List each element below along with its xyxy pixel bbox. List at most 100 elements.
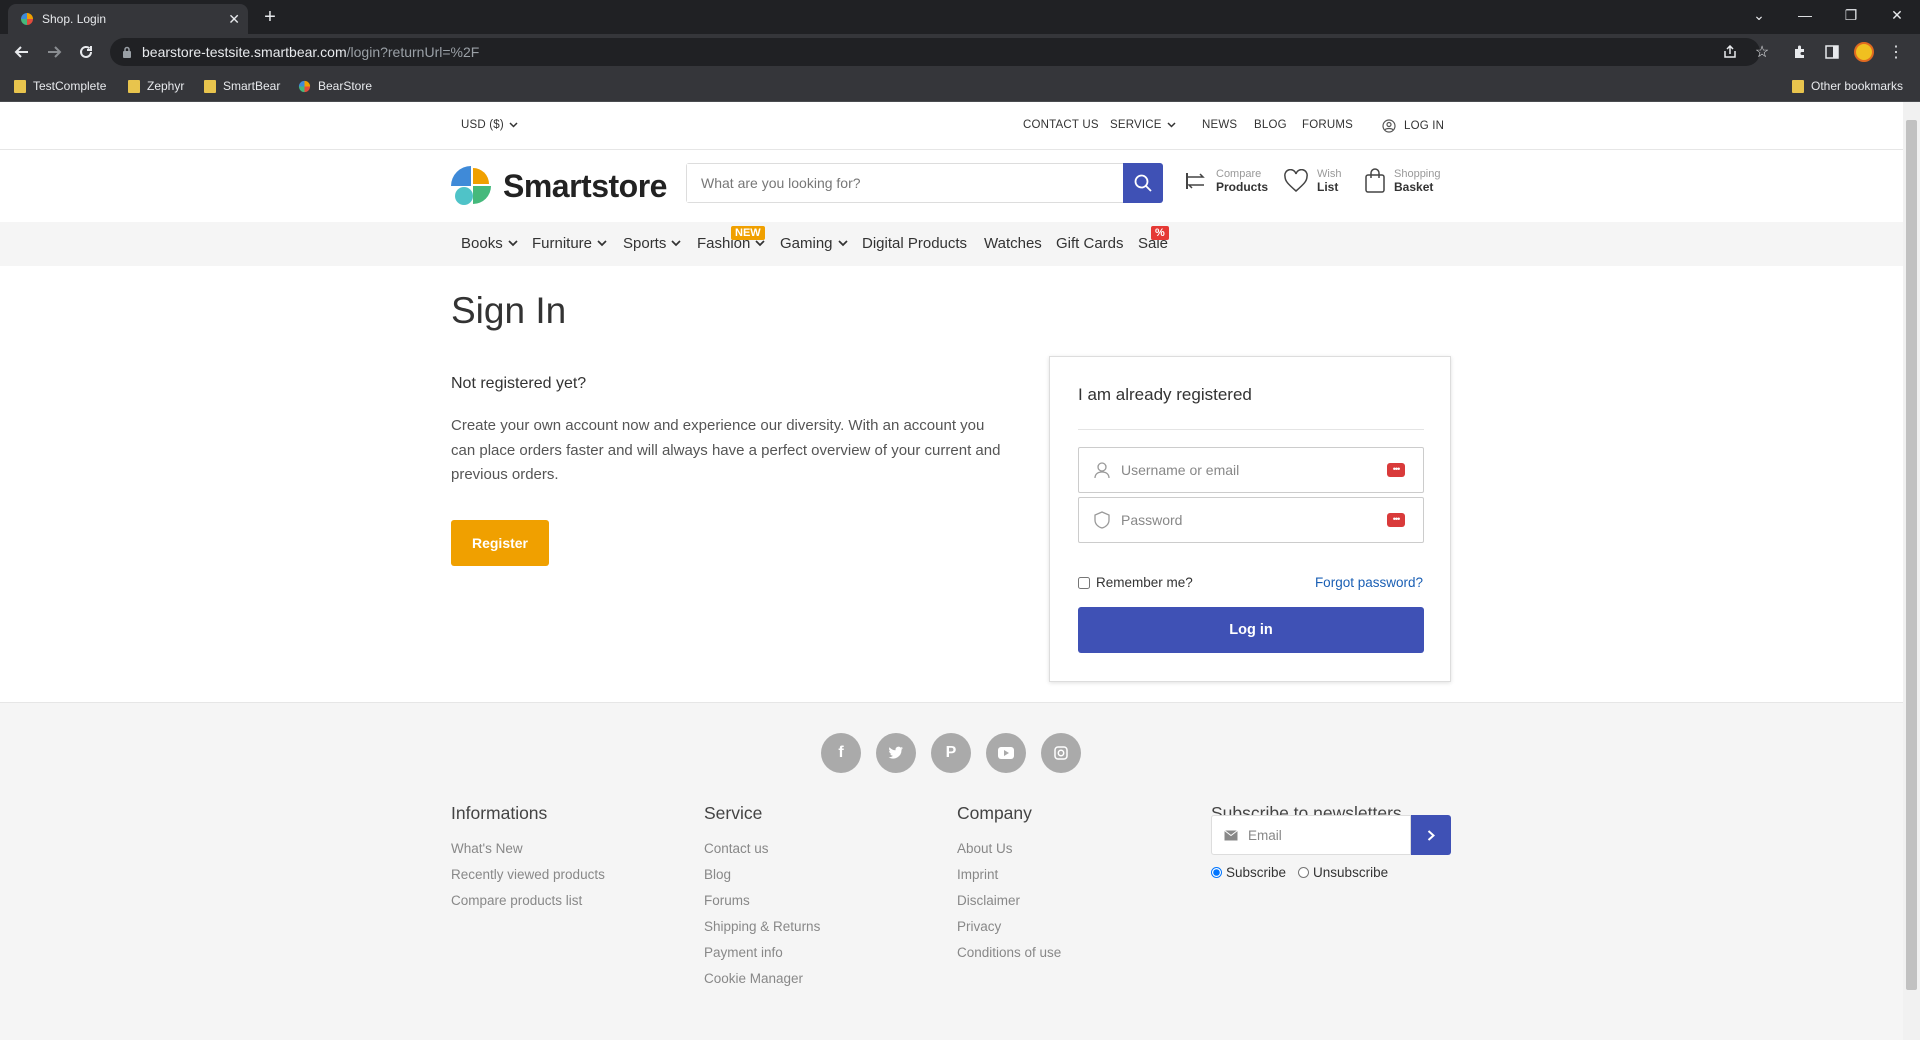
service-label: SERVICE bbox=[1110, 119, 1162, 131]
footer-link-compare[interactable]: Compare products list bbox=[451, 888, 605, 914]
footer-link-contact[interactable]: Contact us bbox=[704, 836, 820, 862]
category-digital-products[interactable]: Digital Products bbox=[862, 235, 967, 252]
bookmark-star-icon[interactable]: ☆ bbox=[1750, 40, 1774, 64]
browser-tab[interactable]: Shop. Login ✕ bbox=[8, 4, 248, 34]
chevron-down-icon bbox=[755, 240, 765, 247]
remember-me-checkbox[interactable] bbox=[1078, 576, 1090, 589]
subscribe-radio[interactable] bbox=[1211, 867, 1222, 878]
blog-label: BLOG bbox=[1254, 119, 1287, 131]
forgot-password-link[interactable]: Forgot password? bbox=[1315, 575, 1423, 590]
not-registered-heading: Not registered yet? bbox=[451, 375, 587, 392]
newsletter-submit-button[interactable] bbox=[1411, 815, 1451, 855]
footer-link-privacy[interactable]: Privacy bbox=[957, 914, 1061, 940]
minimize-button[interactable]: — bbox=[1782, 0, 1828, 30]
youtube-icon[interactable] bbox=[986, 733, 1026, 773]
folder-icon bbox=[204, 79, 216, 93]
search-button[interactable] bbox=[1123, 163, 1163, 203]
footer-link-whats-new[interactable]: What's New bbox=[451, 836, 605, 862]
footer-link-imprint[interactable]: Imprint bbox=[957, 862, 1061, 888]
news-link[interactable]: NEWS bbox=[1202, 119, 1237, 131]
tab-close-icon[interactable]: ✕ bbox=[228, 11, 240, 28]
search-input[interactable] bbox=[687, 164, 1117, 202]
username-input[interactable] bbox=[1121, 450, 1387, 490]
contact-us-link[interactable]: CONTACT US bbox=[1023, 119, 1099, 131]
envelope-icon bbox=[1224, 829, 1238, 841]
login-button[interactable]: Log in bbox=[1078, 607, 1424, 653]
back-icon[interactable] bbox=[10, 40, 34, 64]
footer-link-blog[interactable]: Blog bbox=[704, 862, 820, 888]
reload-icon[interactable] bbox=[74, 40, 98, 64]
browser-titlebar: Shop. Login ✕ + ⌄ — ❐ ✕ bbox=[0, 0, 1920, 34]
bearstore-favicon-icon bbox=[298, 80, 311, 93]
wishlist-top: Wish bbox=[1317, 168, 1342, 180]
basket-top: Shopping bbox=[1394, 168, 1441, 180]
unsubscribe-radio[interactable] bbox=[1298, 867, 1310, 878]
password-input[interactable] bbox=[1121, 500, 1387, 540]
scrollbar-thumb[interactable] bbox=[1906, 120, 1917, 990]
bookmark-bearstore[interactable]: BearStore bbox=[298, 76, 372, 96]
footer-link-cookie-manager[interactable]: Cookie Manager bbox=[704, 966, 820, 992]
wish-list[interactable]: Wish List bbox=[1283, 168, 1341, 194]
footer-informations: Informations What's New Recently viewed … bbox=[451, 803, 605, 914]
newsletter-options: Subscribe Unsubscribe bbox=[1211, 865, 1388, 880]
new-badge: NEW bbox=[731, 226, 765, 240]
share-icon[interactable] bbox=[1718, 40, 1742, 64]
password-manager-icon[interactable]: ••• bbox=[1387, 463, 1405, 477]
profile-avatar[interactable] bbox=[1852, 40, 1876, 64]
category-label: Gift Cards bbox=[1056, 235, 1124, 252]
smartstore-logo[interactable]: Smartstore bbox=[451, 166, 667, 206]
bookmark-testcomplete[interactable]: TestComplete bbox=[14, 76, 106, 96]
footer-link-about[interactable]: About Us bbox=[957, 836, 1061, 862]
bookmark-label: TestComplete bbox=[33, 79, 107, 93]
category-books[interactable]: Books bbox=[461, 235, 518, 252]
page-title: Sign In bbox=[451, 290, 567, 331]
tab-title: Shop. Login bbox=[42, 12, 107, 26]
username-field: ••• bbox=[1078, 447, 1424, 493]
forums-link[interactable]: FORUMS bbox=[1302, 119, 1353, 131]
service-menu[interactable]: SERVICE bbox=[1110, 119, 1176, 131]
side-panel-icon[interactable] bbox=[1820, 40, 1844, 64]
close-window-button[interactable]: ✕ bbox=[1874, 0, 1920, 30]
pinterest-icon[interactable]: P bbox=[931, 733, 971, 773]
currency-selector[interactable]: USD ($) bbox=[461, 119, 518, 131]
twitter-icon[interactable] bbox=[876, 733, 916, 773]
compare-products[interactable]: Compare Products bbox=[1184, 168, 1268, 194]
footer-heading: Informations bbox=[451, 803, 548, 823]
footer-link-payment[interactable]: Payment info bbox=[704, 940, 820, 966]
menu-kebab-icon[interactable]: ⋮ bbox=[1884, 40, 1908, 64]
restore-button[interactable]: ❐ bbox=[1828, 0, 1874, 30]
password-manager-icon[interactable]: ••• bbox=[1387, 513, 1405, 527]
footer-link-disclaimer[interactable]: Disclaimer bbox=[957, 888, 1061, 914]
footer-link-shipping[interactable]: Shipping & Returns bbox=[704, 914, 820, 940]
blog-link[interactable]: BLOG bbox=[1254, 119, 1287, 131]
wishlist-label: Wish List bbox=[1317, 168, 1341, 194]
category-furniture[interactable]: Furniture bbox=[532, 235, 607, 252]
category-gift-cards[interactable]: Gift Cards bbox=[1056, 235, 1124, 252]
address-bar[interactable]: bearstore-testsite.smartbear.com /login?… bbox=[110, 38, 1760, 66]
footer-link-conditions[interactable]: Conditions of use bbox=[957, 940, 1061, 966]
footer-link-recently-viewed[interactable]: Recently viewed products bbox=[451, 862, 605, 888]
compare-bottom: Products bbox=[1216, 180, 1269, 194]
footer-link-forums[interactable]: Forums bbox=[704, 888, 820, 914]
category-sports[interactable]: Sports bbox=[623, 235, 681, 252]
register-button[interactable]: Register bbox=[451, 520, 549, 566]
forward-icon[interactable] bbox=[42, 40, 66, 64]
category-gaming[interactable]: Gaming bbox=[780, 235, 848, 252]
instagram-icon[interactable] bbox=[1041, 733, 1081, 773]
shopping-bag-icon bbox=[1364, 168, 1386, 194]
login-link[interactable]: LOG IN bbox=[1382, 119, 1444, 133]
new-tab-button[interactable]: + bbox=[258, 6, 282, 30]
currency-label: USD ($) bbox=[461, 119, 504, 131]
other-bookmarks[interactable]: Other bookmarks bbox=[1792, 76, 1903, 96]
facebook-icon[interactable]: f bbox=[821, 733, 861, 773]
bookmark-zephyr[interactable]: Zephyr bbox=[128, 76, 184, 96]
shopping-basket[interactable]: Shopping Basket bbox=[1364, 168, 1441, 194]
bookmark-smartbear[interactable]: SmartBear bbox=[204, 76, 280, 96]
divider bbox=[1078, 429, 1424, 430]
chevron-down-icon bbox=[837, 240, 848, 247]
newsletter-email-input[interactable] bbox=[1248, 827, 1398, 843]
tab-search-icon[interactable]: ⌄ bbox=[1736, 0, 1782, 30]
extensions-icon[interactable] bbox=[1788, 40, 1812, 64]
category-watches[interactable]: Watches bbox=[984, 235, 1042, 252]
register-description: Create your own account now and experien… bbox=[451, 417, 1001, 483]
